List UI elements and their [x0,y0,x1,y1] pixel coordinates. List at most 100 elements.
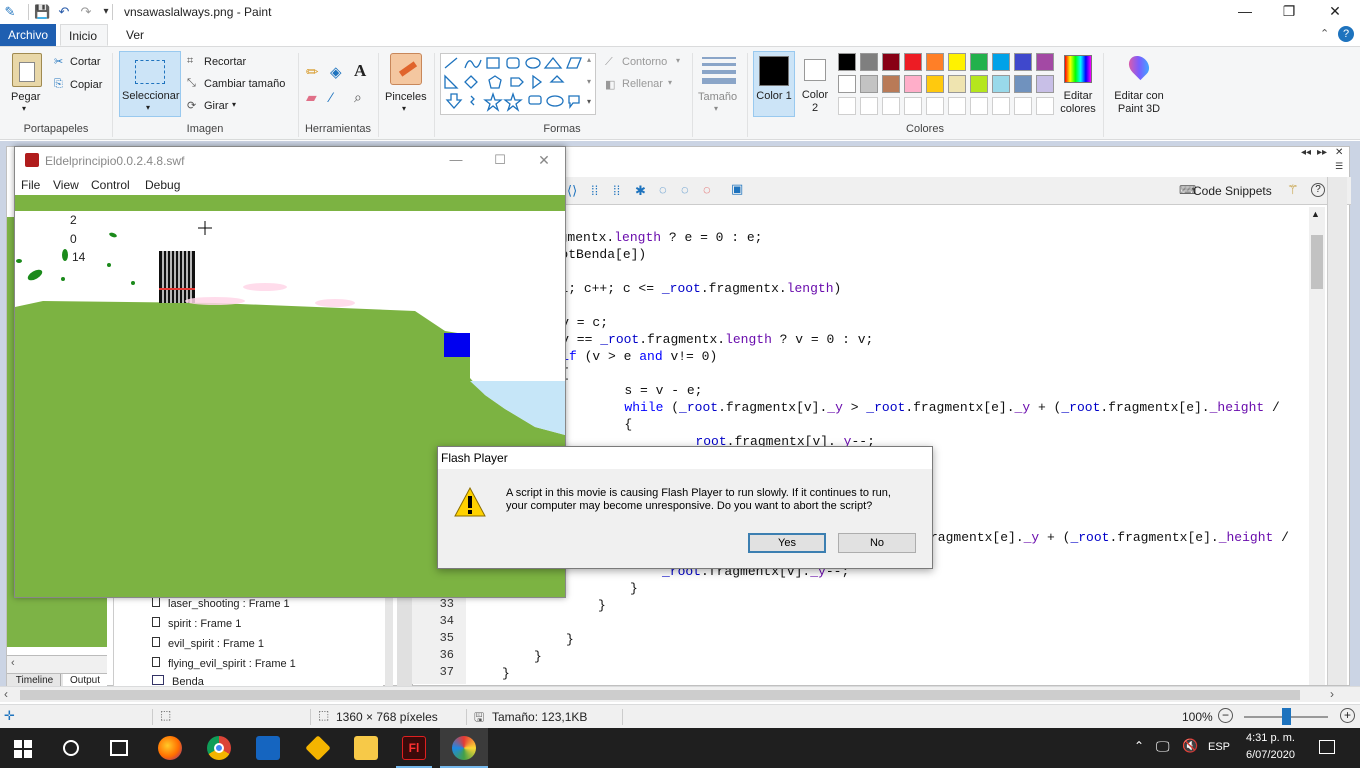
fill-button[interactable]: Rellenar [622,78,663,90]
windows-start-icon[interactable] [14,740,32,758]
flash-professional-icon[interactable]: Fl [402,736,426,760]
custom-color-slot[interactable] [1036,97,1054,115]
library-item[interactable]: evil_spirit : Frame 1 [152,637,264,650]
color-swatch[interactable] [1014,53,1032,71]
file-explorer-icon[interactable] [354,736,378,760]
library-item[interactable]: spirit : Frame 1 [152,617,241,630]
chrome-icon[interactable] [207,736,231,760]
scroll-left-icon[interactable]: ‹ [4,687,8,701]
show-hidden-icons-icon[interactable]: ⌃ [1134,739,1144,753]
swf-close-button[interactable]: ✕ [529,149,559,171]
shapes-gallery[interactable] [440,53,596,115]
custom-color-slot[interactable] [882,97,900,115]
task-view-icon[interactable] [110,740,128,756]
color-swatch[interactable] [904,53,922,71]
rotate-button[interactable]: Girar [204,100,228,112]
volume-muted-icon[interactable]: 🔇 [1182,738,1198,754]
custom-color-slot[interactable] [838,97,856,115]
menu-debug[interactable]: Debug [145,178,180,192]
color-swatch[interactable] [992,53,1010,71]
fill-dropdown-icon[interactable]: ▾ [668,78,672,87]
clock-time[interactable]: 4:31 p. m. [1246,732,1295,744]
close-button[interactable]: ✕ [1312,0,1358,24]
color-swatch[interactable] [1036,75,1054,93]
color2-button[interactable] [800,57,830,87]
paint-horizontal-scrollbar[interactable]: ‹ › [0,686,1360,702]
uncomment-icon[interactable]: ◌ [681,182,689,197]
scroll-up-icon[interactable]: ▴ [587,55,591,64]
brushes-dropdown-icon[interactable]: ▾ [402,104,406,113]
minimize-button[interactable]: — [1222,0,1268,24]
collapse-icon[interactable]: ⁞⁞ [591,183,598,198]
rotate-dropdown-icon[interactable]: ▾ [232,100,236,109]
swf-minimize-button[interactable]: — [441,149,471,171]
zoom-slider-thumb[interactable] [1282,708,1291,725]
color-swatch[interactable] [860,53,878,71]
code-editor[interactable]: ? _root.fragmentx.length ? e = 0 : e;_ro… [466,206,1308,684]
color-picker-icon[interactable]: ⁄ [330,89,332,105]
color1-button[interactable]: Color 1 [753,51,795,117]
select-button[interactable]: Seleccionar ▾ [119,51,181,117]
crop-button[interactable]: Recortar [204,56,246,68]
paste-button[interactable]: Pegar [11,91,40,103]
color-swatch[interactable] [948,53,966,71]
scroll-down-icon[interactable]: ▾ [587,77,591,86]
edit-colors-button[interactable]: Editar colores [1060,90,1096,116]
remove-comment-icon[interactable]: ◌ [703,182,711,197]
color-swatch[interactable] [970,75,988,93]
scroll-right-icon[interactable]: › [1330,687,1334,701]
script-assist-icon[interactable]: ▣ [731,181,743,197]
paint-taskbar-item[interactable] [440,728,488,768]
right-scrollbar[interactable] [1327,177,1347,685]
custom-color-slot[interactable] [970,97,988,115]
video-editor-icon[interactable] [256,736,280,760]
tab-ver[interactable]: Ver [118,24,152,46]
color-swatch[interactable] [882,53,900,71]
custom-color-slot[interactable] [926,97,944,115]
color-swatch[interactable] [838,75,856,93]
color-swatch[interactable] [992,75,1010,93]
color-swatch[interactable] [1036,53,1054,71]
code-snippets-button[interactable]: Code Snippets [1193,184,1272,198]
brushes-button[interactable]: Pinceles [385,91,427,103]
scroll-thumb[interactable] [20,690,1300,700]
color-swatch[interactable] [948,75,966,93]
yes-button[interactable]: Yes [748,533,826,553]
color-swatch[interactable] [838,53,856,71]
color-swatch[interactable] [970,53,988,71]
wand-icon[interactable]: ⚚ [1287,182,1299,198]
menu-file[interactable]: File [21,178,40,192]
color-swatch[interactable] [926,75,944,93]
collapse-ribbon-icon[interactable]: ⌃ [1320,27,1329,40]
comment-icon[interactable]: ◌ [659,182,667,197]
menu-view[interactable]: View [53,178,79,192]
horizontal-scroll[interactable]: ‹ [7,655,107,673]
save-icon[interactable]: 💾 [34,4,50,20]
expand-gallery-icon[interactable]: ▾ [587,97,591,106]
firefox-icon[interactable] [158,736,182,760]
color-swatch[interactable] [1014,75,1032,93]
library-item[interactable]: laser_shooting : Frame 1 [152,597,290,610]
panel-close-icon[interactable]: ✕ [1335,147,1343,158]
menu-control[interactable]: Control [91,178,130,192]
text-icon[interactable]: A [354,61,366,81]
search-icon[interactable] [63,740,79,756]
custom-color-slot[interactable] [860,97,878,115]
collapse-selection-icon[interactable]: ⁞⁞ [613,183,620,198]
tab-archivo[interactable]: Archivo [0,24,56,46]
library-item[interactable]: flying_evil_spirit : Frame 1 [152,657,296,670]
color-swatch[interactable] [860,75,878,93]
input-language[interactable]: ESP [1208,741,1230,753]
no-button[interactable]: No [838,533,916,553]
help-icon[interactable]: ? [1311,183,1325,197]
tool-app-icon[interactable] [305,735,331,761]
panel-menu-icon[interactable]: ☰ [1335,161,1349,175]
zoom-in-button[interactable]: + [1340,708,1355,723]
eraser-icon[interactable]: ▰ [306,89,317,106]
outline-button[interactable]: Contorno [622,56,667,68]
zoom-out-button[interactable]: − [1218,708,1233,723]
magnifier-icon[interactable]: ⌕ [354,89,362,106]
custom-color-slot[interactable] [1014,97,1032,115]
resize-button[interactable]: Cambiar tamaño [204,78,285,90]
swf-maximize-button[interactable]: ☐ [485,149,515,171]
